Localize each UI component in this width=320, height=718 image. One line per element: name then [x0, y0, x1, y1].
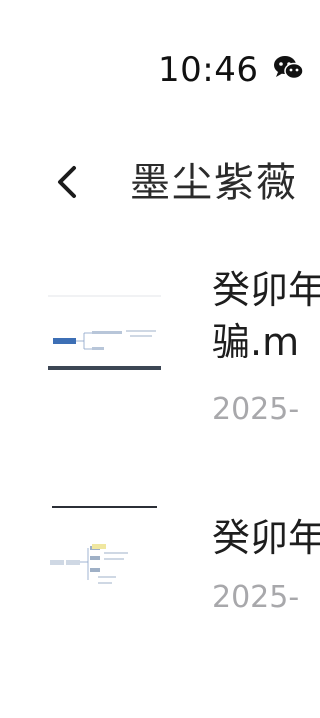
wechat-icon — [273, 54, 304, 82]
file-name-line1: 癸卯年 — [212, 268, 320, 312]
file-date: 2025- — [212, 392, 300, 427]
status-time: 10:46 — [158, 50, 259, 90]
status-bar: 10:46 — [0, 0, 304, 100]
mindmap-thumbnail — [48, 268, 161, 378]
page-title: 墨尘紫薇 — [130, 160, 298, 206]
file-date: 2025- — [212, 580, 300, 615]
file-name-line2: 骗.m — [212, 320, 300, 364]
file-list-item[interactable]: 癸卯年 骗.m 2025- — [0, 240, 320, 470]
header-bar: 墨尘紫薇 — [0, 150, 300, 220]
file-name-line1: 癸卯年 — [212, 516, 320, 560]
back-button[interactable] — [48, 160, 88, 204]
chevron-left-icon — [58, 166, 76, 198]
file-list-item[interactable]: 癸卯年 2025- — [0, 488, 320, 718]
